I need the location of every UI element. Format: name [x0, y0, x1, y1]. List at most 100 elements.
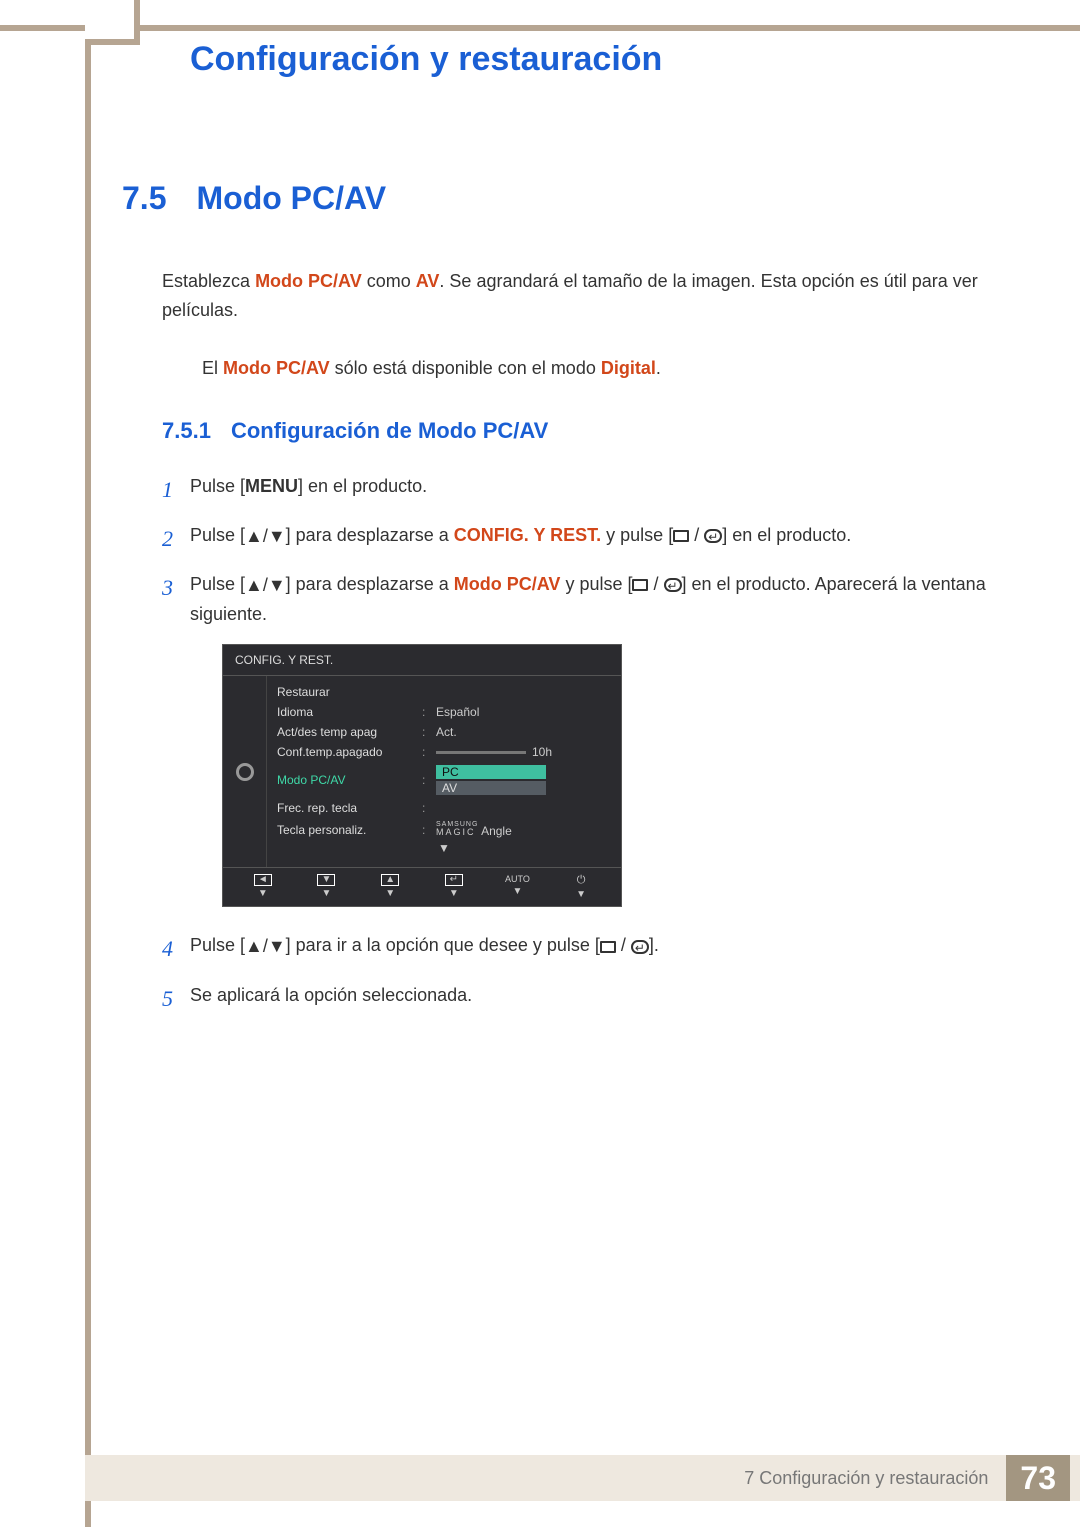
osd-footer-auto-label: AUTO	[505, 874, 530, 884]
step-5: 5 Se aplicará la opción seleccionada.	[162, 981, 1000, 1016]
osd-footer-enter-icon: ↵▼	[429, 874, 479, 900]
note-text: El Modo PC/AV sólo está disponible con e…	[202, 355, 661, 382]
osd-row-conftemp: Conf.temp.apagado : 10h	[277, 742, 611, 762]
footer-bar: 7 Configuración y restauración 73	[85, 1455, 1080, 1501]
osd-row-frec: Frec. rep. tecla :	[277, 798, 611, 818]
enter-icon	[631, 940, 649, 954]
step-5-text: Se aplicará la opción seleccionada.	[190, 981, 1000, 1010]
osd-value-tecla: SAMSUNG MAGIC Angle	[436, 821, 611, 838]
samsung-magic-brand: SAMSUNG MAGIC	[436, 821, 478, 837]
s1-t2: ] en el producto.	[298, 476, 427, 496]
s3-t3: y pulse [	[560, 574, 632, 594]
step-4-text: Pulse [▲/▼] para ir a la opción que dese…	[190, 931, 1000, 961]
source-rect-icon	[673, 530, 689, 542]
step-4: 4 Pulse [▲/▼] para ir a la opción que de…	[162, 931, 1000, 966]
osd-footer-down-icon: ▼▼	[301, 874, 351, 900]
note-post: .	[656, 358, 661, 378]
section-heading: 7.5 Modo PC/AV	[122, 180, 1000, 217]
osd-label-actdes: Act/des temp apag	[277, 725, 422, 739]
enter-icon	[664, 578, 682, 592]
step-1: 1 Pulse [MENU] en el producto.	[162, 472, 1000, 507]
step-2-text: Pulse [▲/▼] para desplazarse a CONFIG. Y…	[190, 521, 1000, 551]
intro-pre: Establezca	[162, 271, 255, 291]
s2-t1: Pulse [	[190, 525, 245, 545]
step-1-num: 1	[162, 472, 190, 507]
step-2: 2 Pulse [▲/▼] para desplazarse a CONFIG.…	[162, 521, 1000, 556]
steps-list: 1 Pulse [MENU] en el producto. 2 Pulse […	[162, 472, 1000, 1016]
menu-button-label: MENU	[245, 476, 298, 496]
step-4-num: 4	[162, 931, 190, 966]
osd-label-idioma: Idioma	[277, 705, 422, 719]
osd-row-tecla: Tecla personaliz. : SAMSUNG MAGIC Angle	[277, 818, 611, 841]
step-3: 3 Pulse [▲/▼] para desplazarse a Modo PC…	[162, 570, 1000, 628]
page-header-title: Configuración y restauración	[190, 40, 662, 79]
s1-t1: Pulse [	[190, 476, 245, 496]
osd-value-actdes: Act.	[436, 725, 611, 739]
osd-panel: CONFIG. Y REST. Restaurar Idioma : Españ…	[222, 644, 622, 907]
s3-hl: Modo PC/AV	[454, 574, 561, 594]
step-3-num: 3	[162, 570, 190, 605]
osd-colon: :	[422, 773, 436, 787]
osd-label-frec: Frec. rep. tecla	[277, 801, 422, 815]
intro-paragraph: Establezca Modo PC/AV como AV. Se agrand…	[162, 267, 1000, 325]
osd-value-idioma: Español	[436, 705, 611, 719]
note-hl1: Modo PC/AV	[223, 358, 330, 378]
intro-mid: como	[362, 271, 416, 291]
up-down-arrows-icon: ▲/▼	[245, 522, 286, 551]
slider-track	[436, 751, 526, 754]
osd-option-av: AV	[436, 781, 546, 795]
step-5-num: 5	[162, 981, 190, 1016]
osd-label-restaurar: Restaurar	[277, 685, 422, 699]
osd-colon: :	[422, 705, 436, 719]
osd-colon: :	[422, 745, 436, 759]
osd-left-col	[223, 676, 267, 867]
s3-t1: Pulse [	[190, 574, 245, 594]
s2-t3: y pulse [	[601, 525, 673, 545]
s2-t4: ] en el producto.	[722, 525, 851, 545]
osd-row-actdes: Act/des temp apag : Act.	[277, 722, 611, 742]
s4-t1: Pulse [	[190, 935, 245, 955]
osd-row-idioma: Idioma : Español	[277, 702, 611, 722]
osd-title: CONFIG. Y REST.	[223, 645, 621, 676]
osd-rows: Restaurar Idioma : Español Act/des temp …	[267, 676, 621, 867]
page-number: 73	[1006, 1455, 1070, 1501]
enter-icon	[704, 529, 722, 543]
osd-row-restaurar: Restaurar	[277, 682, 611, 702]
step-2-num: 2	[162, 521, 190, 556]
osd-screenshot: CONFIG. Y REST. Restaurar Idioma : Españ…	[222, 644, 622, 907]
footer-chapter-text: 7 Configuración y restauración	[744, 1468, 988, 1489]
osd-body: Restaurar Idioma : Español Act/des temp …	[223, 676, 621, 867]
up-down-arrows-icon: ▲/▼	[245, 571, 286, 600]
s2-hl: CONFIG. Y REST.	[454, 525, 601, 545]
osd-footer: ◄▼ ▼▼ ▲▼ ↵▼ AUTO▼ ⏻▼	[223, 867, 621, 906]
osd-colon: :	[422, 725, 436, 739]
section-title: Modo PC/AV	[196, 180, 386, 217]
corner-block	[85, 0, 140, 45]
osd-label-tecla: Tecla personaliz.	[277, 823, 422, 837]
source-rect-icon	[632, 579, 648, 591]
subsection-title: Configuración de Modo PC/AV	[231, 418, 548, 444]
osd-footer-up-icon: ▲▼	[365, 874, 415, 900]
subsection-heading: 7.5.1 Configuración de Modo PC/AV	[162, 418, 1000, 444]
brand-main: MAGIC	[436, 827, 476, 837]
osd-footer-back-icon: ◄▼	[238, 874, 288, 900]
s3-t2: ] para desplazarse a	[286, 574, 454, 594]
up-down-arrows-icon: ▲/▼	[245, 932, 286, 961]
osd-value-conftemp: 10h	[532, 745, 552, 759]
osd-scroll-down-icon: ▼	[277, 841, 611, 857]
note-hl2: Digital	[601, 358, 656, 378]
section-number: 7.5	[122, 180, 166, 217]
note-mid: sólo está disponible con el modo	[330, 358, 601, 378]
intro-hl1: Modo PC/AV	[255, 271, 362, 291]
osd-footer-auto: AUTO▼	[492, 874, 542, 900]
gear-icon	[236, 763, 254, 781]
osd-footer-power-icon: ⏻▼	[556, 874, 606, 900]
note-row: ✎ El Modo PC/AV sólo está disponible con…	[162, 355, 1000, 382]
note-pre: El	[202, 358, 223, 378]
osd-option-pc: PC	[436, 765, 546, 779]
s2-t2: ] para desplazarse a	[286, 525, 454, 545]
step-1-text: Pulse [MENU] en el producto.	[190, 472, 1000, 501]
osd-value-tecla-suffix: Angle	[478, 824, 511, 838]
source-rect-icon	[600, 941, 616, 953]
osd-slider-conftemp: 10h	[436, 745, 611, 759]
